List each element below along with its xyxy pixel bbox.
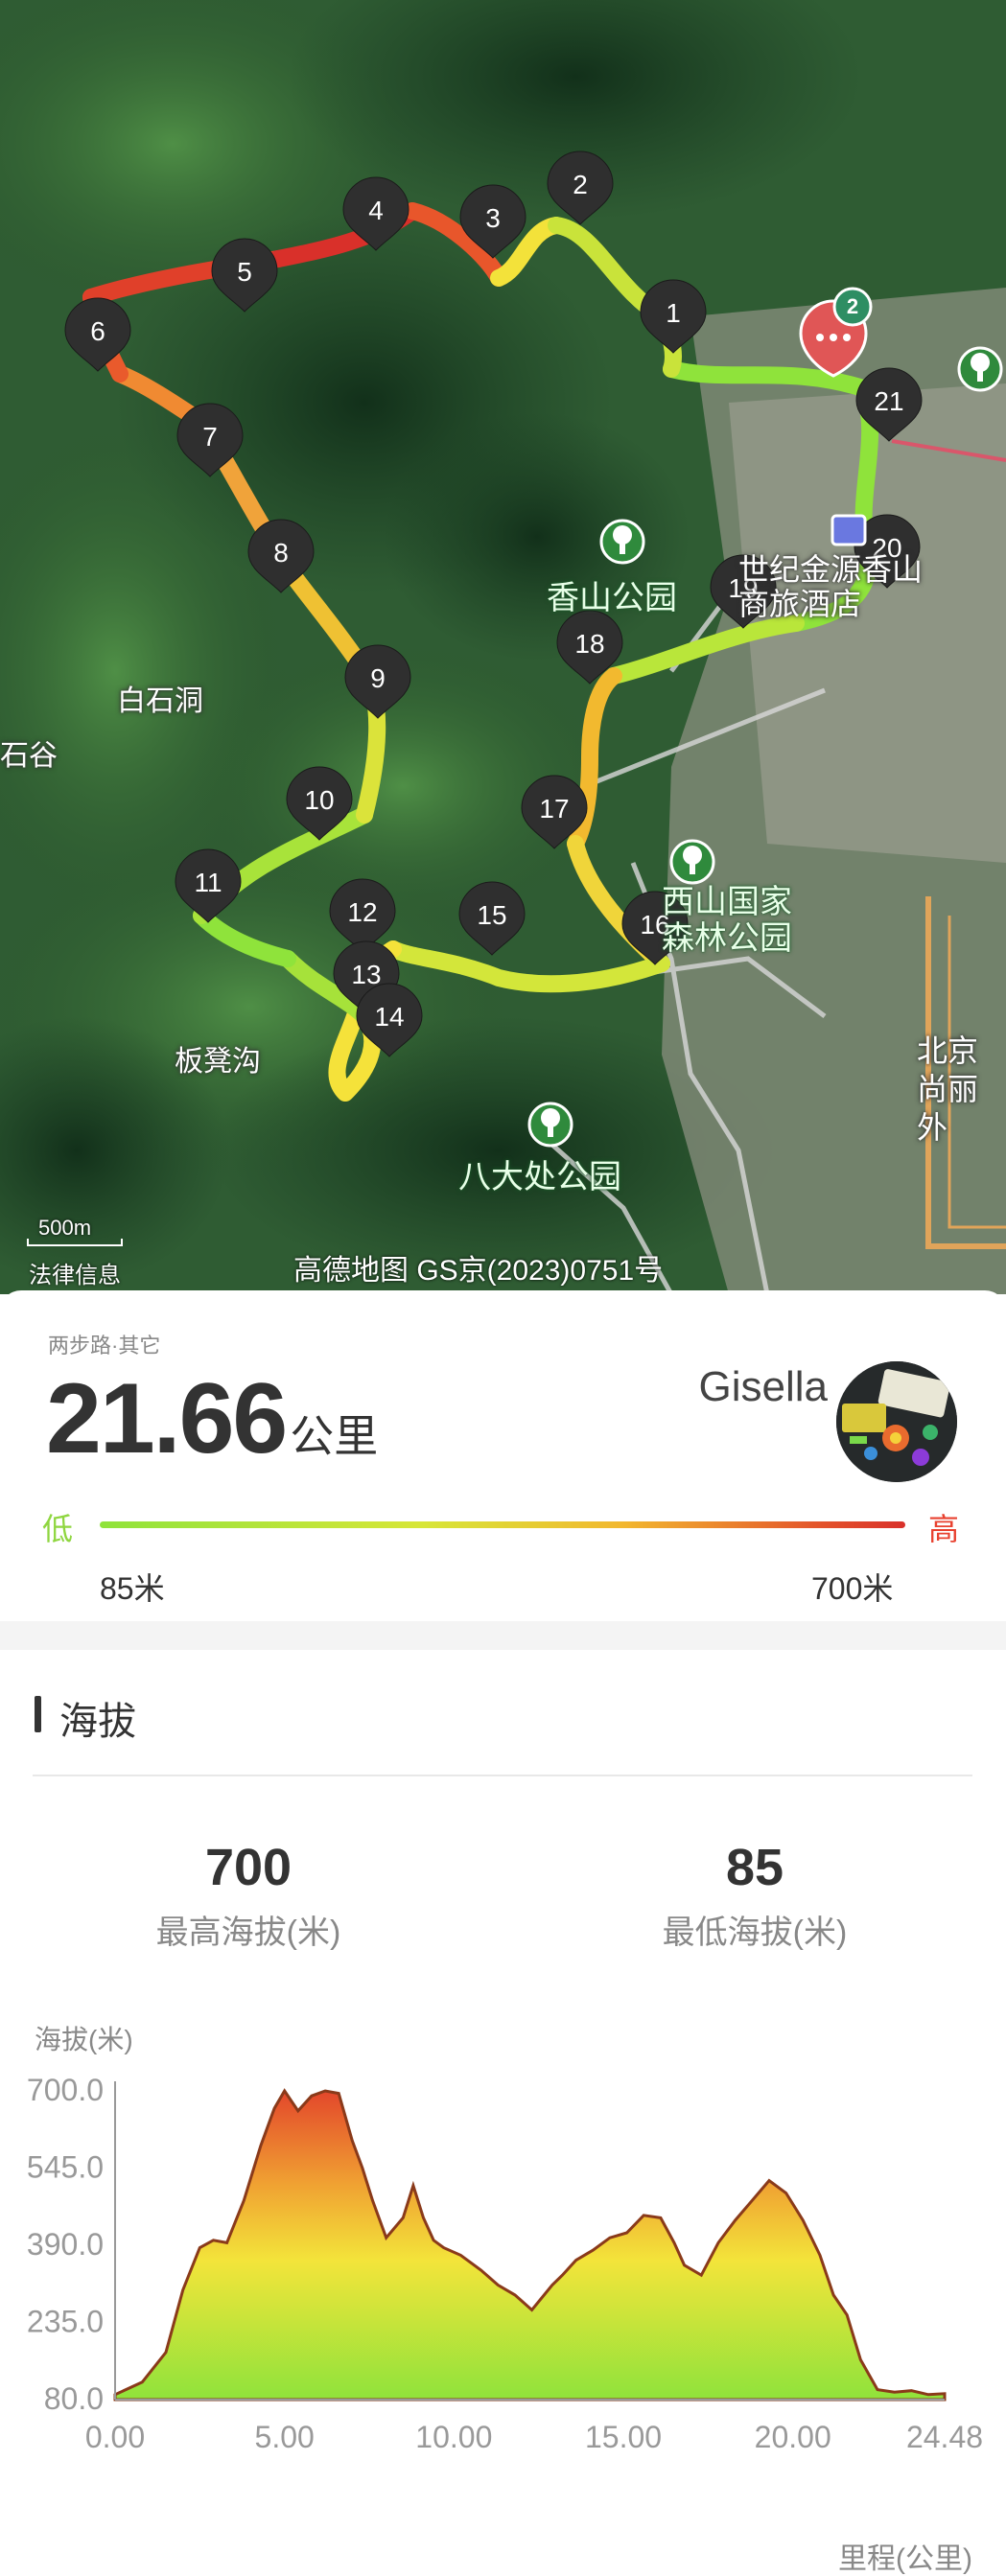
- route-marker-label: 4: [368, 196, 384, 225]
- avatar[interactable]: [836, 1361, 957, 1482]
- map-canvas[interactable]: 123456789101112131415 161718192021: [0, 0, 1006, 1294]
- place-label-bandenggou: 板凳沟: [175, 1046, 261, 1078]
- x-tick-label: 15.00: [585, 2420, 662, 2454]
- max-elevation-label: 最高海拔(米): [155, 1915, 341, 1952]
- route-marker-label: 10: [304, 785, 334, 815]
- route-marker-label: 6: [90, 316, 105, 346]
- stats-card: 两步路·其它 21.66 公里 Gisella 低 高 85米 700米: [0, 1290, 1006, 1621]
- place-label-baishidong: 白石洞: [117, 685, 203, 717]
- park-label-xishan-forest[interactable]: 西山国家森林公园: [662, 884, 806, 957]
- x-tick-label: 10.00: [415, 2420, 492, 2454]
- route-marker-label: 21: [874, 386, 903, 416]
- route-marker-label: 14: [374, 1002, 404, 1032]
- park-label-badachu[interactable]: 八大处公园: [458, 1150, 621, 1197]
- elevation-area: [113, 2088, 947, 2402]
- x-axis-title-label: 里程(公里): [838, 2543, 972, 2575]
- section-title-bar: [35, 1696, 41, 1732]
- route-marker-label: 7: [202, 422, 218, 452]
- user-name[interactable]: Gisella: [699, 1363, 829, 1411]
- avatar-image: [836, 1361, 957, 1482]
- route-marker-label: 12: [347, 897, 377, 927]
- y-tick-label: 545.0: [27, 2150, 104, 2185]
- legend-low-label: 低: [42, 1512, 74, 1546]
- sport-type: 两步路·其它: [48, 1334, 161, 1358]
- max-elevation-value: 700: [204, 1839, 292, 1896]
- legend-min-value: 85米: [100, 1571, 165, 1606]
- y-tick-label: 80.0: [44, 2381, 104, 2416]
- min-elevation-value: 85: [725, 1839, 784, 1896]
- x-tick-label: 0.00: [85, 2420, 145, 2454]
- route-marker-label: 9: [370, 663, 386, 693]
- distance-unit: 公里: [290, 1411, 379, 1461]
- legend-max-value: 700米: [811, 1571, 894, 1606]
- route-marker-label: 3: [485, 203, 501, 233]
- map-scale-bar: [27, 1239, 123, 1246]
- route-marker-label: 2: [573, 170, 588, 199]
- section-divider: [0, 1621, 1006, 1650]
- legal-info-link[interactable]: 法律信息: [29, 1256, 121, 1289]
- y-tick-label: 700.0: [27, 2073, 104, 2107]
- max-elevation-stat: 700 最高海拔(米): [90, 1839, 407, 1953]
- elevation-section: 海拔 700 最高海拔(米) 85 最低海拔(米) 海拔(米) 700.0 545…: [0, 1650, 1006, 2576]
- x-tick-label: 5.00: [255, 2420, 315, 2454]
- place-label-beijing: 北京尚丽外: [917, 1033, 979, 1145]
- y-tick-label: 390.0: [27, 2227, 104, 2262]
- notification-count: 2: [846, 294, 859, 318]
- park-label-xiangshan[interactable]: 香山公园: [547, 571, 677, 618]
- route-marker-label: 11: [194, 868, 222, 897]
- elevation-chart[interactable]: 海拔(米) 700.0 545.0 390.0 235.0 80.0 0.00 5.00 1…: [0, 2005, 1006, 2576]
- route-marker-label: 1: [666, 298, 681, 328]
- map-scale-label: 500m: [38, 1216, 92, 1240]
- route-marker-label: 15: [477, 900, 506, 930]
- route-marker-label: 17: [539, 794, 569, 824]
- place-label-shigu: 石谷: [0, 740, 58, 772]
- route-marker-label: 18: [574, 629, 604, 659]
- elevation-color-scale: [100, 1521, 905, 1528]
- route-marker-label: 5: [237, 257, 252, 287]
- section-divider-line: [33, 1775, 972, 1776]
- y-axis-title: 海拔(米): [35, 2025, 133, 2054]
- min-elevation-label: 最低海拔(米): [662, 1915, 848, 1952]
- distance-row: 21.66 公里: [46, 1363, 378, 1469]
- distance-value: 21.66: [46, 1363, 288, 1474]
- x-tick-label: 24.48: [906, 2420, 983, 2454]
- route-marker-label: 13: [351, 960, 381, 989]
- hotel-label[interactable]: 世纪金源香山商旅酒店: [738, 552, 949, 621]
- section-title: 海拔: [59, 1701, 136, 1743]
- legend-high-label: 高: [928, 1512, 960, 1546]
- y-tick-label: 235.0: [27, 2305, 104, 2339]
- route-map[interactable]: 1 2 3 4 5 6 7 8 9 10 11 12 13 14 15 16 17 18 19 20 21 白石洞 石谷…: [0, 0, 1006, 1294]
- route-marker-label: 8: [273, 538, 289, 568]
- x-tick-label: 20.00: [755, 2420, 831, 2454]
- map-credit: 高德地图 GS京(2023)0751号: [293, 1255, 664, 1287]
- min-elevation-stat: 85 最低海拔(米): [597, 1839, 913, 1953]
